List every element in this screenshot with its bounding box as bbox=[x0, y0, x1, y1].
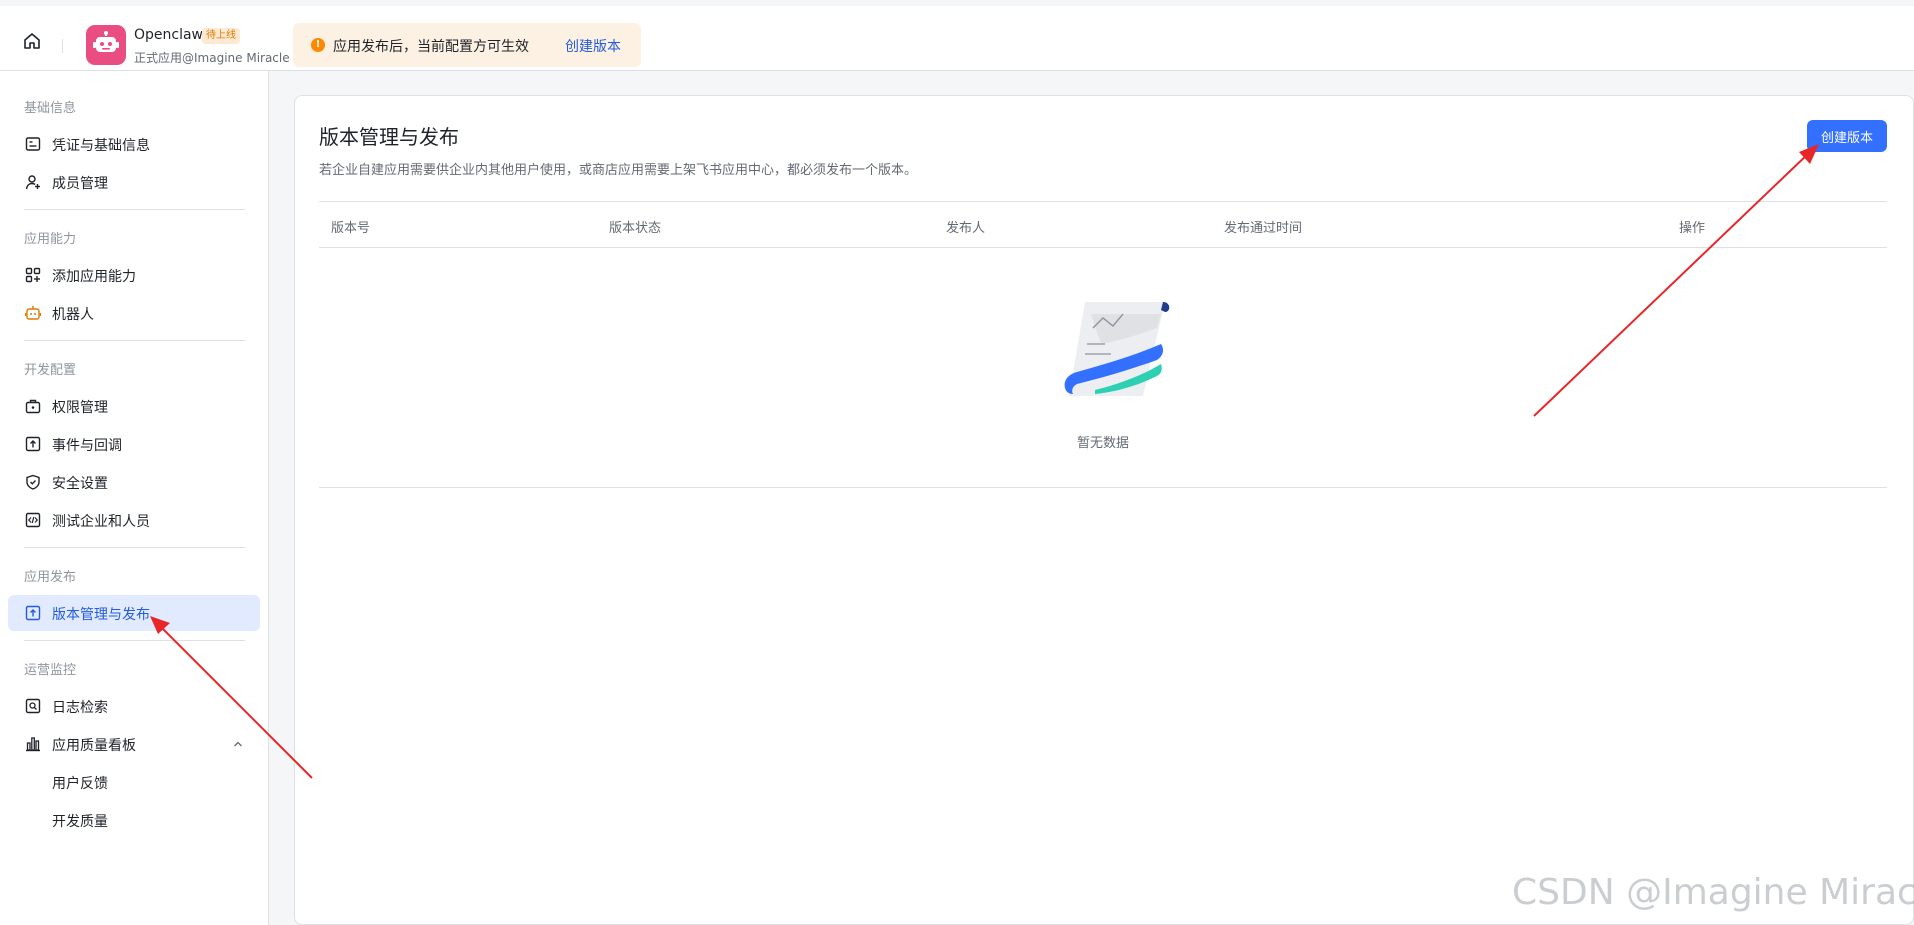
permission-icon bbox=[25, 398, 41, 414]
sidebar-item-quality-dashboard[interactable]: 应用质量看板 bbox=[8, 726, 260, 762]
chevron-up-icon[interactable] bbox=[232, 738, 244, 750]
sidebar-group-title: 基础信息 bbox=[24, 101, 77, 116]
divider bbox=[62, 39, 63, 53]
sidebar-item-label: 应用质量看板 bbox=[52, 738, 136, 754]
sidebar: 基础信息 凭证与基础信息 成员管理 应用能力 添加应用能力 机器人 开发配置 权… bbox=[0, 71, 269, 925]
column-header-publisher: 发布人 bbox=[946, 221, 986, 236]
robot-icon bbox=[24, 305, 42, 321]
page-title: 版本管理与发布 bbox=[319, 125, 459, 149]
app-name: Openclaw bbox=[134, 27, 204, 43]
sidebar-item-label: 日志检索 bbox=[52, 700, 108, 716]
sidebar-item-security[interactable]: 安全设置 bbox=[8, 464, 260, 500]
notice-create-version-link[interactable]: 创建版本 bbox=[565, 36, 621, 56]
code-icon bbox=[25, 512, 41, 528]
sidebar-item-log-search[interactable]: 日志检索 bbox=[8, 688, 260, 724]
app-avatar bbox=[86, 25, 126, 65]
empty-state: 暂无数据 bbox=[319, 248, 1887, 488]
upload-icon bbox=[25, 605, 41, 621]
divider bbox=[24, 547, 245, 548]
sidebar-item-label: 测试企业和人员 bbox=[52, 514, 150, 530]
column-header-version: 版本号 bbox=[331, 221, 371, 236]
sidebar-item-label: 权限管理 bbox=[52, 400, 108, 416]
sidebar-item-members[interactable]: 成员管理 bbox=[8, 164, 260, 200]
app-subtitle: 正式应用@Imagine Miracle bbox=[134, 51, 290, 65]
shield-icon bbox=[25, 474, 41, 490]
sidebar-item-label: 事件与回调 bbox=[52, 438, 122, 454]
sidebar-subitem-user-feedback[interactable]: 用户反馈 bbox=[8, 764, 260, 800]
create-version-button[interactable]: 创建版本 bbox=[1807, 120, 1887, 152]
sidebar-item-label: 开发质量 bbox=[52, 814, 108, 830]
sidebar-subitem-dev-quality[interactable]: 开发质量 bbox=[8, 802, 260, 838]
sidebar-item-label: 成员管理 bbox=[52, 176, 108, 192]
column-header-actions: 操作 bbox=[1679, 221, 1706, 236]
empty-text: 暂无数据 bbox=[1076, 436, 1129, 451]
sidebar-group-title: 应用发布 bbox=[24, 570, 77, 585]
robot-icon bbox=[93, 31, 119, 59]
sidebar-item-test-enterprise[interactable]: 测试企业和人员 bbox=[8, 502, 260, 538]
notice-banner: ! 应用发布后，当前配置方可生效 创建版本 bbox=[293, 23, 641, 67]
sidebar-item-permissions[interactable]: 权限管理 bbox=[8, 388, 260, 424]
page-description: 若企业自建应用需要供企业内其他用户使用，或商店应用需要上架飞书应用中心，都必须发… bbox=[319, 163, 918, 178]
sidebar-item-label: 安全设置 bbox=[52, 476, 108, 492]
sidebar-group-title: 开发配置 bbox=[24, 363, 77, 378]
add-capability-icon bbox=[25, 267, 41, 283]
home-icon[interactable] bbox=[20, 29, 44, 53]
log-search-icon bbox=[25, 698, 41, 714]
divider bbox=[24, 640, 245, 641]
main-card: 版本管理与发布 若企业自建应用需要供企业内其他用户使用，或商店应用需要上架飞书应… bbox=[294, 95, 1914, 925]
empty-document-icon bbox=[1061, 294, 1173, 404]
sidebar-item-robot[interactable]: 机器人 bbox=[8, 295, 260, 331]
sidebar-item-label: 凭证与基础信息 bbox=[52, 138, 150, 154]
sidebar-item-add-capability[interactable]: 添加应用能力 bbox=[8, 257, 260, 293]
sidebar-item-credentials[interactable]: 凭证与基础信息 bbox=[8, 126, 260, 162]
credential-icon bbox=[25, 136, 41, 152]
divider bbox=[24, 340, 245, 341]
event-icon bbox=[25, 436, 41, 452]
chart-icon bbox=[25, 736, 41, 752]
warning-icon: ! bbox=[311, 38, 325, 52]
column-header-publish-time: 发布通过时间 bbox=[1224, 221, 1303, 236]
divider bbox=[24, 209, 245, 210]
sidebar-group-title: 运营监控 bbox=[24, 663, 77, 678]
sidebar-item-label: 机器人 bbox=[52, 307, 94, 323]
sidebar-item-version-release[interactable]: 版本管理与发布 bbox=[8, 595, 260, 631]
column-header-status: 版本状态 bbox=[609, 221, 662, 236]
sidebar-item-label: 用户反馈 bbox=[52, 776, 108, 792]
sidebar-item-events[interactable]: 事件与回调 bbox=[8, 426, 260, 462]
member-icon bbox=[25, 174, 41, 190]
notice-text: 应用发布后，当前配置方可生效 bbox=[333, 39, 529, 55]
top-bar: Openclaw 待上线 正式应用@Imagine Miracle ! 应用发布… bbox=[0, 0, 1914, 71]
status-badge: 待上线 bbox=[202, 28, 240, 44]
sidebar-item-label: 添加应用能力 bbox=[52, 269, 136, 285]
sidebar-item-label: 版本管理与发布 bbox=[52, 607, 150, 623]
sidebar-group-title: 应用能力 bbox=[24, 232, 77, 247]
table-header: 版本号 版本状态 发布人 发布通过时间 操作 bbox=[319, 202, 1887, 248]
